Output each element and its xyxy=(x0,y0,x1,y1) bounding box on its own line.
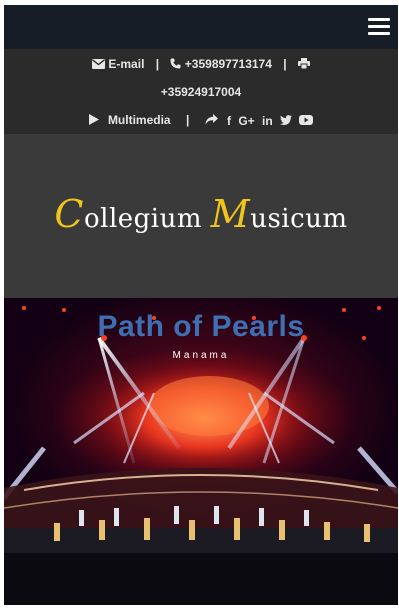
logo-letter-m: M xyxy=(210,192,251,236)
email-link[interactable]: E-mail xyxy=(108,57,144,71)
hero-subtitle: Manama xyxy=(172,350,230,361)
phone-icon xyxy=(170,58,181,72)
hero-title: Path of Pearls xyxy=(97,310,305,343)
share-icon[interactable] xyxy=(205,113,218,128)
logo-text-part2: usicum xyxy=(250,204,348,234)
youtube-icon[interactable] xyxy=(299,114,314,128)
site-logo[interactable]: Collegium Musicum xyxy=(4,192,398,236)
separator: | xyxy=(283,57,287,71)
play-icon xyxy=(88,113,99,128)
twitter-icon[interactable] xyxy=(280,114,293,128)
phone-link[interactable]: +359897713174 xyxy=(185,57,272,71)
hero-banner[interactable]: Path of Pearls Manama xyxy=(4,298,398,605)
contact-row-social: Multimedia | f G+ in xyxy=(4,113,398,128)
logo-text-part1: ollegium xyxy=(83,204,211,234)
separator: | xyxy=(155,57,160,71)
hamburger-menu-icon[interactable] xyxy=(368,18,390,35)
top-navbar xyxy=(4,5,398,49)
logo-letter-c: C xyxy=(54,192,84,236)
page: E-mail | +359897713174 | +35924917004 Mu… xyxy=(4,5,398,605)
contact-row-fax: +35924917004 xyxy=(4,85,398,99)
stage-lights-image xyxy=(4,306,398,605)
fax-link[interactable]: +35924917004 xyxy=(161,85,241,99)
contact-bar: E-mail | +359897713174 | +35924917004 Mu… xyxy=(4,49,398,134)
logo-banner: Collegium Musicum xyxy=(4,134,398,298)
linkedin-icon[interactable]: in xyxy=(262,114,273,128)
printer-icon xyxy=(297,57,310,72)
contact-row-email-phone: E-mail | +359897713174 | xyxy=(4,57,398,72)
separator: | xyxy=(185,113,190,127)
facebook-icon[interactable]: f xyxy=(227,114,231,128)
envelope-icon xyxy=(92,58,106,72)
google-plus-icon[interactable]: G+ xyxy=(238,114,254,128)
multimedia-link[interactable]: Multimedia xyxy=(108,113,171,127)
